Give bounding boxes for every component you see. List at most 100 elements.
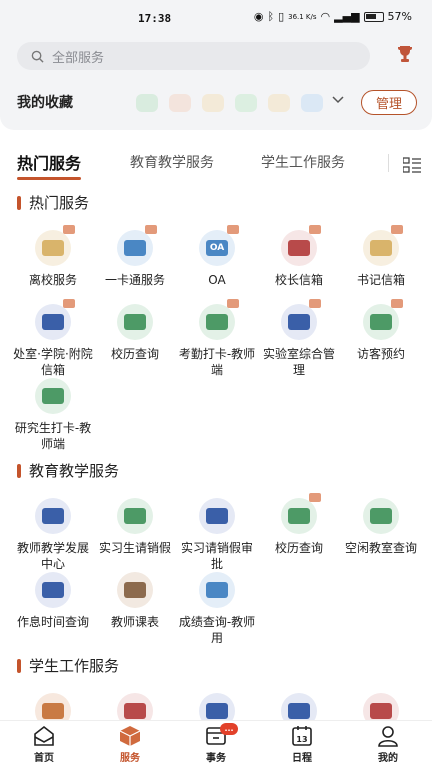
corner-tag-icon: [63, 299, 75, 308]
service-item[interactable]: 作息时间查询: [12, 572, 94, 630]
status-time: 17:38: [138, 12, 172, 25]
section-title: 教育教学服务: [17, 460, 119, 481]
corner-tag-icon: [227, 299, 239, 308]
list-view-icon[interactable]: [403, 157, 421, 173]
oa-icon: OA: [199, 225, 239, 266]
service-item[interactable]: 离校服务: [12, 225, 94, 288]
service-label: 一卡通服务: [104, 273, 165, 287]
service-label: 书记信箱: [356, 273, 405, 287]
search-placeholder: 全部服务: [52, 50, 105, 66]
battery-icon: [363, 11, 384, 22]
service-item[interactable]: 书记信箱: [340, 225, 422, 288]
tab-teaching-services[interactable]: 教育教学服务: [130, 152, 214, 172]
nav-mine-label: 我的: [378, 753, 398, 764]
service-item[interactable]: 研究生打卡-教师端: [12, 378, 94, 452]
svg-text:13: 13: [296, 735, 307, 744]
department-mailbox-icon: [35, 299, 75, 340]
nav-affairs[interactable]: ... 事务: [186, 723, 246, 764]
service-item[interactable]: 空闲教室查询: [340, 498, 422, 556]
corner-tag-icon: [391, 299, 403, 308]
attendance-icon: [199, 299, 239, 340]
secretary-mailbox-icon: [363, 225, 403, 266]
fav-leave-school-icon[interactable]: [202, 94, 224, 112]
corner-tag-icon: [227, 225, 239, 234]
service-box-icon: [119, 726, 141, 746]
nav-mine[interactable]: 我的: [358, 725, 418, 764]
section-title: 学生工作服务: [17, 655, 119, 676]
wifi-icon: ◠: [320, 10, 331, 23]
calendar-13-icon: 13: [292, 726, 312, 746]
status-icons: ◉ ᛒ ▯ 36.1 K/s ◠ ▂▄▆ 57%: [254, 10, 412, 23]
school-calendar-icon: [117, 304, 153, 340]
header-panel: 17:38 ◉ ᛒ ▯ 36.1 K/s ◠ ▂▄▆ 57% 全部服务 我的收藏…: [0, 0, 432, 130]
school-calendar-icon: [281, 493, 321, 534]
service-item[interactable]: 一卡通服务: [94, 225, 176, 288]
eye-icon: ◉: [253, 10, 264, 23]
service-item[interactable]: 访客预约: [340, 299, 422, 362]
nav-schedule[interactable]: 13 日程: [272, 725, 332, 764]
signal-icon: ▂▄▆: [334, 10, 360, 23]
schedule-time-icon: [35, 572, 71, 608]
nav-service[interactable]: 服务: [100, 725, 160, 764]
search-input[interactable]: 全部服务: [17, 42, 370, 70]
service-item[interactable]: 校历查询: [94, 304, 176, 362]
service-item[interactable]: 校长信箱: [258, 225, 340, 288]
service-item[interactable]: 实习请销假审批: [176, 498, 258, 572]
corner-tag-icon: [309, 299, 321, 308]
vibrate-icon: ▯: [278, 10, 285, 23]
teaching-center-icon: [35, 498, 71, 534]
service-label: 教师课表: [110, 615, 159, 629]
fav-visitor-icon[interactable]: [136, 94, 158, 112]
service-label: 空闲教室查询: [344, 541, 417, 555]
service-item[interactable]: 实习生请销假: [94, 498, 176, 556]
service-label: 校历查询: [110, 347, 159, 361]
search-icon: [31, 50, 44, 63]
service-label: OA: [208, 273, 226, 287]
service-label: 访客预约: [356, 347, 405, 361]
service-item[interactable]: 处室·学院·附院信箱: [12, 299, 94, 378]
corner-tag-icon: [309, 493, 321, 502]
leave-approval-icon: [199, 498, 235, 534]
trophy-icon[interactable]: [396, 44, 414, 64]
service-label: 实习生请销假: [98, 541, 171, 555]
service-label: 教师教学发展中心: [16, 541, 89, 571]
grades-icon: [199, 572, 235, 608]
service-item[interactable]: 考勤打卡-教师端: [176, 299, 258, 378]
tab-hot-services[interactable]: 热门服务: [17, 150, 82, 180]
fav-graduate-icon[interactable]: [268, 94, 290, 112]
location-pin-icon: [35, 378, 71, 414]
bluetooth-icon: ᛒ: [267, 10, 275, 23]
oa-glyph-text: OA: [209, 243, 225, 253]
service-item[interactable]: 教师教学发展中心: [12, 498, 94, 572]
fav-oa-icon[interactable]: [301, 94, 323, 112]
service-label: 离校服务: [28, 273, 77, 287]
fav-free-classroom-icon[interactable]: [235, 94, 257, 112]
manage-button[interactable]: 管理: [361, 90, 417, 115]
service-item[interactable]: 实验室综合管理: [258, 299, 340, 378]
tab-student-services[interactable]: 学生工作服务: [261, 152, 345, 172]
chevron-down-icon[interactable]: [332, 96, 344, 104]
favorites-icons: [136, 94, 323, 112]
service-label: 研究生打卡-教师端: [14, 421, 92, 451]
service-label: 成绩查询-教师用: [178, 615, 256, 645]
service-label: 实习请销假审批: [180, 541, 253, 571]
section-title: 热门服务: [17, 192, 89, 213]
campus-card-icon: [117, 225, 157, 266]
service-label: 校历查询: [274, 541, 323, 555]
service-label: 实验室综合管理: [262, 347, 335, 377]
service-item[interactable]: 教师课表: [94, 572, 176, 630]
service-label: 处室·学院·附院信箱: [13, 347, 93, 377]
visitor-icon: [363, 299, 403, 340]
fav-school-calendar-icon[interactable]: [169, 94, 191, 112]
service-item[interactable]: OA OA: [176, 225, 258, 288]
tabs-divider: [388, 154, 389, 172]
corner-tag-icon: [145, 225, 157, 234]
service-item[interactable]: 成绩查询-教师用: [176, 572, 258, 646]
affairs-badge: ...: [220, 723, 238, 735]
battery-level: 57%: [387, 10, 412, 23]
teacher-timetable-icon: [117, 572, 153, 608]
nav-schedule-label: 日程: [292, 753, 312, 764]
service-item[interactable]: 校历查询: [258, 493, 340, 556]
favorites-label: 我的收藏: [17, 95, 73, 111]
nav-home[interactable]: 首页: [14, 725, 74, 764]
